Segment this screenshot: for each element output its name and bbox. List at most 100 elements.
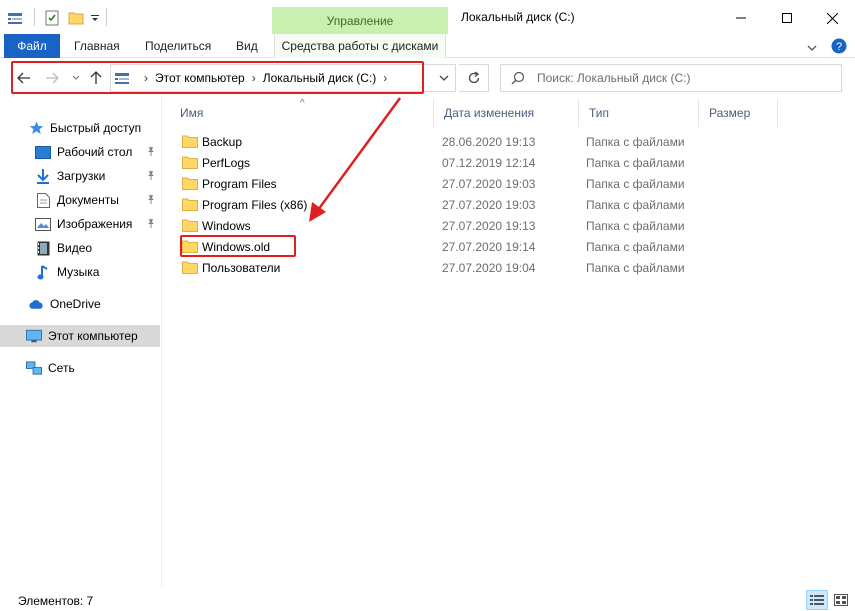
file-row-backup[interactable]: Backup 28.06.2020 19:13 Папка с файлами [170, 131, 710, 152]
nav-desktop[interactable]: Рабочий стол [0, 141, 160, 163]
pin-icon[interactable] [146, 193, 156, 207]
nav-label: Быстрый доступ [50, 121, 142, 135]
nav-label: Музыка [57, 265, 100, 279]
nav-label: Рабочий стол [57, 145, 133, 159]
tab-drive-tools[interactable]: Средства работы с дисками [274, 34, 446, 58]
close-button[interactable] [809, 4, 855, 32]
properties-icon[interactable] [44, 8, 60, 28]
nav-label: Видео [57, 241, 93, 255]
window-title: Локальный диск (C:) [461, 10, 575, 24]
nav-downloads[interactable]: Загрузки [0, 165, 160, 187]
title-bar: Управление Локальный диск (C:) [0, 0, 855, 34]
folder-icon [182, 156, 198, 169]
nav-music[interactable]: Музыка [0, 261, 160, 283]
file-name: Windows.old [202, 239, 271, 254]
tab-view[interactable]: Вид [236, 34, 258, 58]
address-bar[interactable]: › Этот компьютер › Локальный диск (C:) › [110, 64, 456, 92]
type-cell: Папка с файлами [586, 239, 685, 254]
tab-home[interactable]: Главная [74, 34, 120, 58]
nav-label: Сеть [48, 361, 75, 375]
pin-icon[interactable] [146, 145, 156, 159]
quick-access-separator [34, 8, 35, 26]
title-separator [106, 8, 107, 26]
nav-pictures[interactable]: Изображения [0, 213, 160, 235]
date-cell: 27.07.2020 19:04 [442, 260, 536, 275]
nav-label: Этот компьютер [48, 329, 138, 343]
refresh-icon[interactable] [459, 64, 489, 92]
file-row-program-files-x86[interactable]: Program Files (x86) 27.07.2020 19:03 Пап… [170, 194, 710, 215]
recent-locations-icon[interactable] [68, 69, 84, 87]
expand-ribbon-icon[interactable] [807, 41, 817, 55]
large-icons-view-icon[interactable] [830, 590, 852, 610]
name-cell: Пользователи [182, 257, 280, 278]
chevron-right-icon[interactable]: › [144, 71, 148, 85]
date-cell: 28.06.2020 19:13 [442, 134, 536, 149]
music-icon [35, 264, 51, 280]
type-cell: Папка с файлами [586, 260, 685, 275]
navigation-pane: Быстрый доступ Рабочий стол Загрузки Док… [0, 97, 160, 587]
context-tab-manage[interactable]: Управление [272, 7, 448, 34]
file-row-program-files[interactable]: Program Files 27.07.2020 19:03 Папка с ф… [170, 173, 710, 194]
status-bar: Элементов: 7 [0, 588, 855, 611]
nav-label: Загрузки [57, 169, 106, 183]
nav-label: Документы [57, 193, 119, 207]
nav-quick-access[interactable]: Быстрый доступ [0, 117, 160, 139]
name-cell: Windows [182, 215, 251, 236]
column-size[interactable]: Размер [699, 99, 778, 127]
nav-this-pc[interactable]: Этот компьютер [0, 325, 160, 347]
cloud-icon [28, 296, 44, 312]
column-name[interactable]: Имя [170, 99, 434, 127]
up-arrow-icon[interactable] [88, 69, 104, 87]
chevron-right-icon[interactable]: › [383, 71, 387, 85]
file-row-users[interactable]: Пользователи 27.07.2020 19:04 Папка с фа… [170, 257, 710, 278]
date-cell: 07.12.2019 12:14 [442, 155, 536, 170]
file-name: Windows [202, 218, 251, 233]
date-cell: 27.07.2020 19:13 [442, 218, 536, 233]
folder-icon [182, 135, 198, 148]
search-placeholder: Поиск: Локальный диск (C:) [537, 71, 691, 85]
customize-toolbar-icon[interactable] [90, 8, 100, 28]
pin-icon[interactable] [146, 169, 156, 183]
file-row-perflogs[interactable]: PerfLogs 07.12.2019 12:14 Папка с файлам… [170, 152, 710, 173]
search-input[interactable]: Поиск: Локальный диск (C:) [500, 64, 842, 92]
date-cell: 27.07.2020 19:03 [442, 176, 536, 191]
maximize-button[interactable] [764, 4, 810, 32]
type-cell: Папка с файлами [586, 176, 685, 191]
breadcrumb-local-disk[interactable]: Локальный диск (C:) [263, 71, 377, 85]
nav-onedrive[interactable]: OneDrive [0, 293, 160, 315]
help-icon[interactable]: ? [831, 38, 847, 57]
name-cell: Windows.old [182, 236, 270, 257]
tab-share[interactable]: Поделиться [145, 34, 211, 58]
file-name: PerfLogs [202, 155, 251, 170]
pin-icon[interactable] [146, 217, 156, 231]
folder-icon [182, 261, 198, 274]
app-icon[interactable] [8, 8, 24, 28]
nav-label: OneDrive [50, 297, 101, 311]
file-row-windows[interactable]: Windows 27.07.2020 19:13 Папка с файлами [170, 215, 710, 236]
column-type[interactable]: Тип [579, 99, 699, 127]
minimize-button[interactable] [718, 4, 764, 32]
computer-icon [26, 328, 42, 344]
svg-text:?: ? [836, 41, 842, 53]
chevron-right-icon[interactable]: › [252, 71, 256, 85]
video-icon [35, 240, 51, 256]
pane-divider[interactable] [161, 97, 162, 587]
type-cell: Папка с файлами [586, 155, 685, 170]
details-view-icon[interactable] [806, 590, 828, 610]
tab-file[interactable]: Файл [4, 34, 60, 58]
nav-documents[interactable]: Документы [0, 189, 160, 211]
column-date-modified[interactable]: Дата изменения [434, 99, 579, 127]
back-arrow-icon[interactable] [16, 69, 32, 87]
date-cell: 27.07.2020 19:03 [442, 197, 536, 212]
forward-arrow-icon[interactable] [44, 69, 60, 87]
file-row-windows-old[interactable]: Windows.old 27.07.2020 19:14 Папка с фай… [170, 236, 710, 257]
type-cell: Папка с файлами [586, 197, 685, 212]
folder-icon [182, 177, 198, 190]
document-icon [35, 192, 51, 208]
nav-network[interactable]: Сеть [0, 357, 160, 379]
nav-video[interactable]: Видео [0, 237, 160, 259]
breadcrumb-this-pc[interactable]: Этот компьютер [155, 71, 245, 85]
new-folder-icon[interactable] [68, 8, 84, 28]
date-cell: 27.07.2020 19:14 [442, 239, 536, 254]
address-dropdown-icon[interactable] [432, 66, 456, 90]
